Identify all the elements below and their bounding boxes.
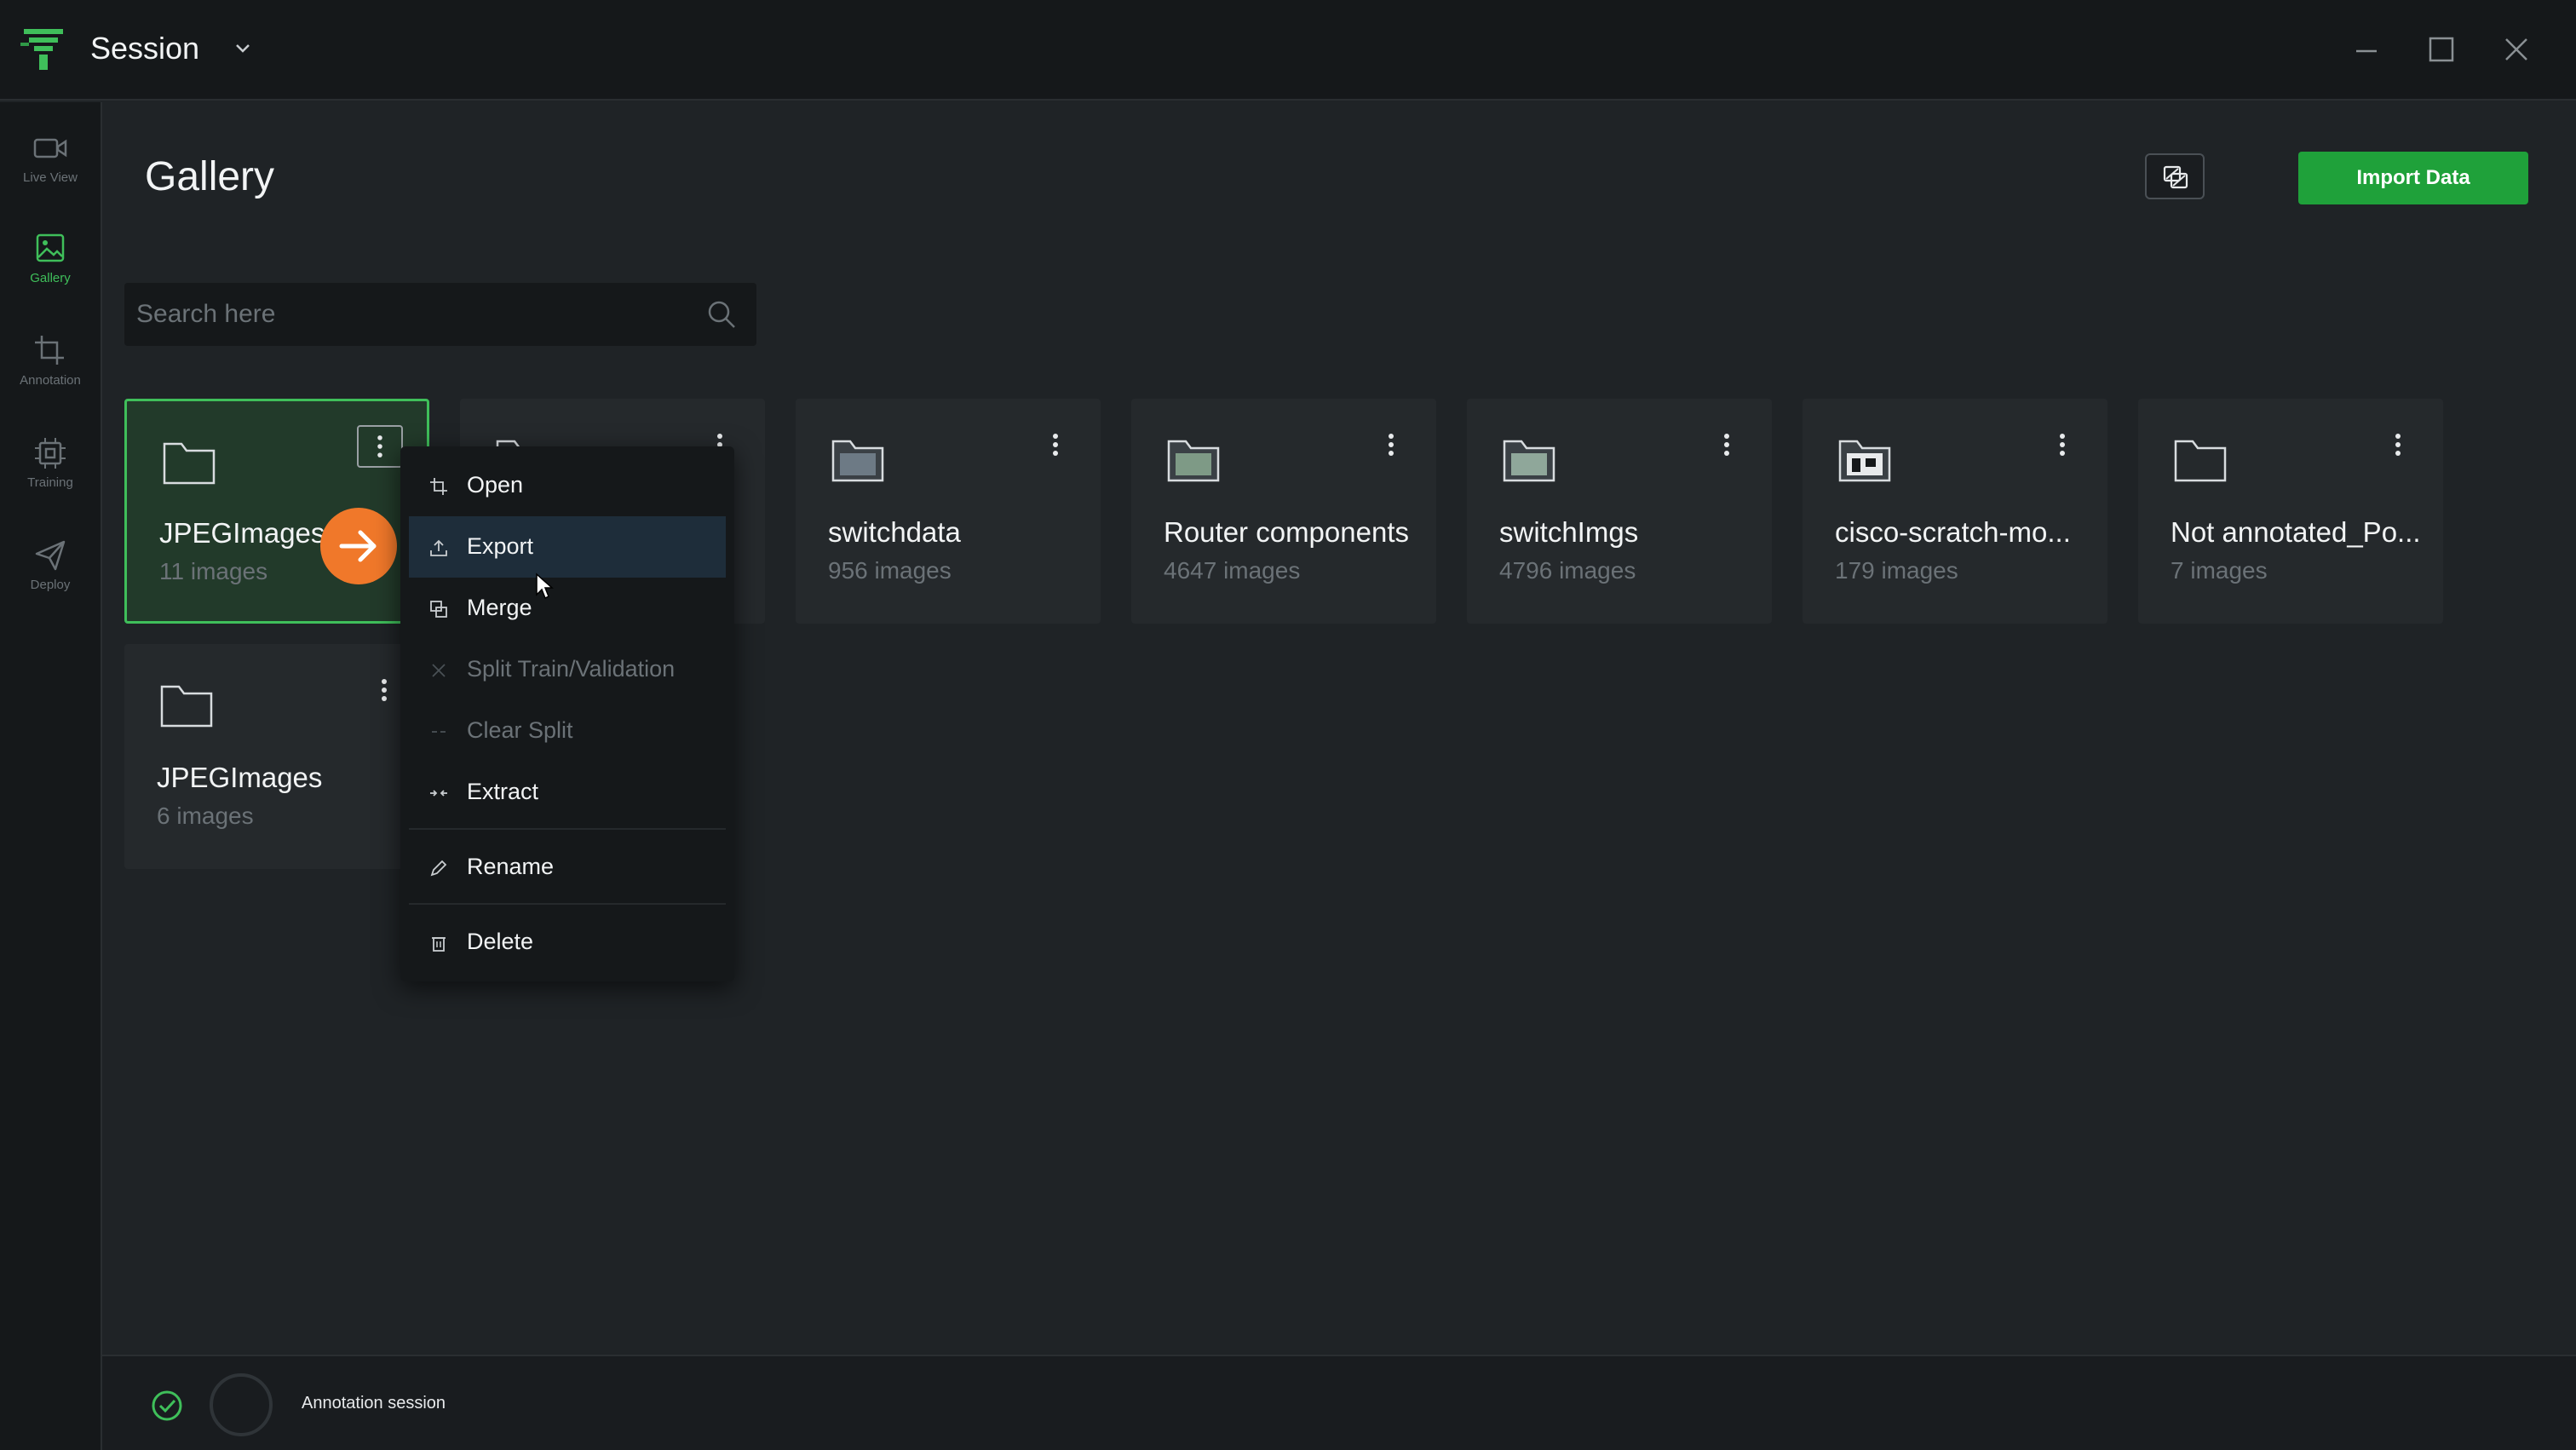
- menu-item-open[interactable]: Open: [409, 455, 726, 516]
- arrow-right-icon: [339, 530, 377, 562]
- crop-icon: [35, 336, 64, 365]
- menu-item-label: Delete: [467, 929, 534, 954]
- open-dataset-button[interactable]: [320, 508, 397, 584]
- more-options-icon[interactable]: [2050, 428, 2075, 462]
- image-icon: [36, 233, 65, 262]
- dataset-count: 179 images: [1835, 557, 1958, 584]
- folder-icon: [160, 685, 213, 728]
- menu-item-rename[interactable]: Rename: [409, 837, 726, 898]
- menu-divider: [409, 903, 726, 905]
- sidebar-item-label: Training: [27, 475, 73, 490]
- folder-icon: [1503, 440, 1555, 482]
- import-data-button[interactable]: Import Data: [2298, 152, 2528, 204]
- dataset-card[interactable]: switchdata 956 images: [796, 399, 1101, 624]
- send-icon: [35, 540, 66, 571]
- sidebar: Live View Gallery Annotation Training De…: [0, 102, 102, 1450]
- more-options-icon[interactable]: [1714, 428, 1739, 462]
- clear-split-icon: [432, 731, 446, 733]
- merge-images-icon: [2163, 165, 2188, 189]
- menu-divider: [409, 828, 726, 830]
- menu-item-label: Extract: [467, 779, 539, 804]
- split-icon: [432, 664, 446, 677]
- maximize-icon[interactable]: [2424, 32, 2458, 66]
- crop-icon: [430, 478, 447, 495]
- dataset-card[interactable]: Not annotated_Po... 7 images: [2138, 399, 2443, 624]
- menu-item-label: Split Train/Validation: [467, 656, 676, 682]
- merge-images-button[interactable]: [2145, 153, 2205, 199]
- dataset-name: JPEGImages: [157, 762, 323, 793]
- sidebar-item-label: Annotation: [20, 373, 81, 388]
- dataset-name: Not annotated_Po...: [2171, 516, 2421, 548]
- minimize-icon[interactable]: [2349, 32, 2383, 66]
- merge-icon: [430, 601, 447, 618]
- sidebar-item-label: Deploy: [30, 578, 71, 592]
- dataset-count: 4647 images: [1164, 557, 1301, 584]
- menu-item-split-train-validation[interactable]: Split Train/Validation: [409, 639, 726, 700]
- folder-icon: [831, 440, 884, 482]
- more-options-icon[interactable]: [1378, 428, 1404, 462]
- dataset-card[interactable]: Router components 4647 images: [1131, 399, 1436, 624]
- close-icon[interactable]: [2499, 32, 2533, 66]
- title-bar: Session: [0, 0, 2576, 101]
- menu-item-delete[interactable]: Delete: [409, 912, 726, 973]
- dataset-name: Router components: [1164, 516, 1409, 548]
- check-circle-icon: [152, 1390, 182, 1421]
- status-text: Annotation session: [302, 1394, 446, 1413]
- search-icon[interactable]: [705, 298, 738, 331]
- session-title[interactable]: Session: [90, 31, 199, 66]
- extract-icon: [430, 790, 447, 797]
- dataset-card[interactable]: switchImgs 4796 images: [1467, 399, 1772, 624]
- chevron-down-icon[interactable]: [232, 39, 254, 58]
- menu-item-label: Clear Split: [467, 717, 573, 743]
- dataset-card[interactable]: JPEGImages 6 images: [124, 644, 429, 869]
- menu-item-extract[interactable]: Extract: [409, 762, 726, 823]
- search-box: [124, 283, 756, 346]
- sidebar-item-annotation[interactable]: Annotation: [0, 334, 101, 419]
- dataset-count: 7 images: [2171, 557, 2268, 584]
- menu-item-label: Export: [467, 533, 534, 559]
- upload-icon: [430, 539, 447, 556]
- video-camera-icon: [33, 138, 67, 158]
- status-bar: Annotation session: [102, 1355, 2576, 1450]
- progress-ring: [210, 1373, 273, 1436]
- chip-icon: [35, 438, 66, 469]
- dataset-name: switchdata: [828, 516, 961, 548]
- folder-icon: [2174, 440, 2227, 482]
- menu-item-label: Open: [467, 472, 524, 498]
- menu-item-label: Merge: [467, 595, 532, 620]
- dataset-count: 11 images: [159, 558, 268, 584]
- sidebar-item-training[interactable]: Training: [0, 436, 101, 521]
- more-options-icon[interactable]: [2385, 428, 2411, 462]
- dataset-card[interactable]: JPEGImages_ 11 images: [124, 399, 429, 624]
- dataset-count: 4796 images: [1499, 557, 1636, 584]
- menu-item-clear-split[interactable]: Clear Split: [409, 700, 726, 762]
- folder-icon: [1167, 440, 1220, 482]
- mouse-cursor-icon: [536, 573, 554, 600]
- sidebar-item-label: Live View: [23, 170, 78, 185]
- dataset-name: cisco-scratch-mo...: [1835, 516, 2071, 548]
- trash-icon: [432, 937, 446, 952]
- dataset-name: switchImgs: [1499, 516, 1639, 548]
- dataset-card[interactable]: cisco-scratch-mo... 179 images: [1803, 399, 2107, 624]
- more-options-icon[interactable]: [1043, 428, 1068, 462]
- app-logo: [20, 29, 63, 70]
- pencil-icon: [430, 860, 447, 877]
- more-options-icon[interactable]: [371, 673, 397, 707]
- dataset-count: 6 images: [157, 803, 254, 829]
- sidebar-item-label: Gallery: [30, 271, 71, 285]
- menu-item-export[interactable]: Export: [409, 516, 726, 578]
- sidebar-item-gallery[interactable]: Gallery: [0, 232, 101, 317]
- folder-icon: [163, 442, 216, 485]
- page-title: Gallery: [145, 154, 275, 199]
- dataset-count: 956 images: [828, 557, 952, 584]
- menu-item-label: Rename: [467, 854, 555, 879]
- dataset-name: JPEGImages_: [159, 517, 341, 549]
- sidebar-item-live-view[interactable]: Live View: [0, 131, 101, 216]
- folder-icon: [1838, 440, 1891, 482]
- search-input[interactable]: [136, 291, 681, 337]
- menu-item-merge[interactable]: Merge: [409, 578, 726, 639]
- sidebar-item-deploy[interactable]: Deploy: [0, 538, 101, 624]
- context-menu: Open Export Merge Split Train/Validation…: [400, 446, 734, 981]
- more-options-icon[interactable]: [357, 425, 403, 468]
